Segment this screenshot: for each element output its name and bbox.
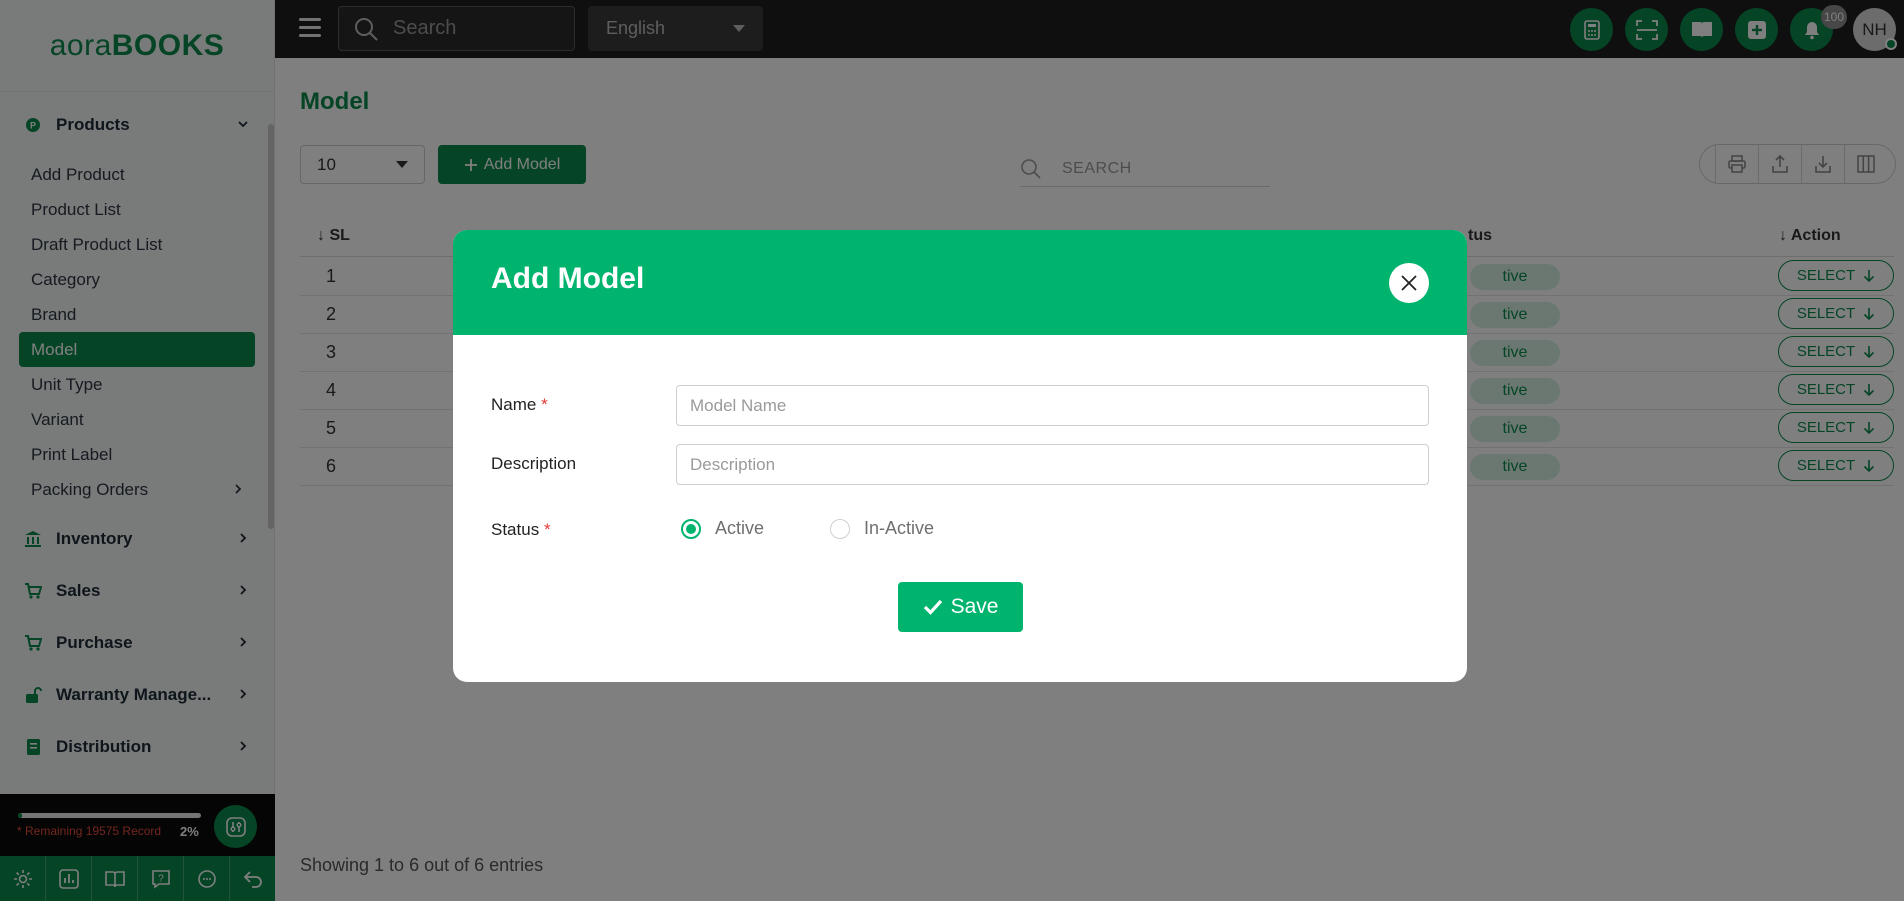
field-label-text: Status (491, 520, 540, 539)
dialog-header: Add Model (453, 230, 1467, 335)
field-label-text: Name (491, 395, 537, 414)
save-label: Save (950, 595, 999, 618)
close-button[interactable] (1389, 263, 1429, 303)
check-icon (923, 599, 942, 615)
status-inactive-radio[interactable]: In-Active (830, 518, 934, 539)
description-input[interactable] (676, 444, 1429, 485)
description-label: Description (491, 454, 576, 474)
required-mark: * (543, 520, 551, 539)
status-active-radio[interactable]: Active (681, 518, 764, 539)
required-mark: * (541, 395, 548, 414)
radio-indicator (830, 518, 850, 539)
close-icon (1401, 275, 1417, 291)
save-button[interactable]: Save (898, 582, 1023, 632)
add-model-dialog: Add Model Name * Description Status * Ac… (453, 230, 1467, 682)
radio-indicator (681, 518, 701, 539)
name-label: Name * (491, 395, 548, 415)
model-name-input[interactable] (676, 385, 1429, 426)
field-label-text: Description (491, 454, 577, 473)
radio-label: In-Active (864, 518, 935, 538)
dialog-title: Add Model (491, 262, 645, 295)
radio-label: Active (715, 518, 765, 538)
status-label: Status * (491, 520, 551, 540)
